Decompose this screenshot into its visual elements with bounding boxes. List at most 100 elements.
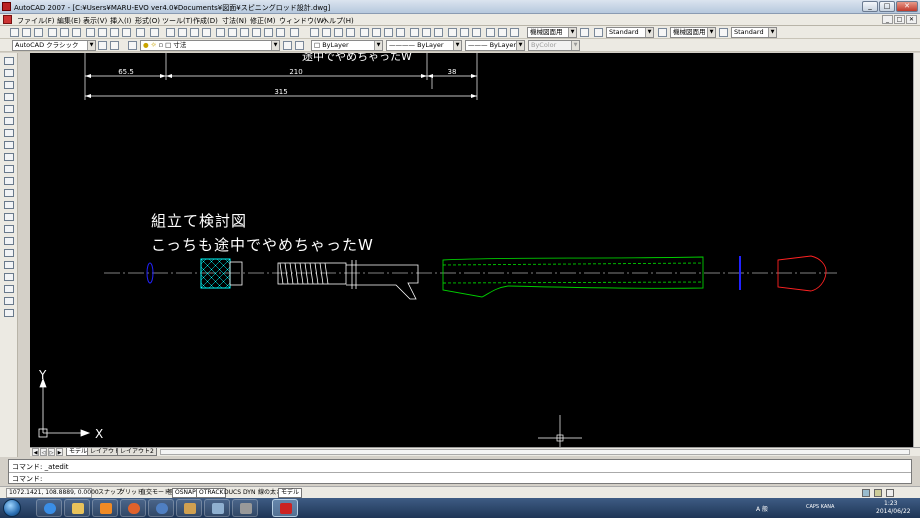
menu-help[interactable]: ヘルプ(H) bbox=[322, 16, 354, 26]
model-space-canvas[interactable]: 65.5 210 38 315 途中でやめちゃったW 組立て検討図 こっちも途中… bbox=[30, 53, 913, 447]
dimension-style-select-2[interactable]: 機械図面用 ▼ bbox=[670, 27, 716, 38]
draw-tool-icon[interactable] bbox=[4, 57, 14, 65]
new-icon[interactable] bbox=[10, 28, 19, 37]
minimize-button[interactable]: _ bbox=[862, 1, 878, 12]
communication-center-icon[interactable] bbox=[862, 489, 870, 497]
next-tab-icon[interactable]: ▷ bbox=[48, 448, 55, 456]
draw-tool-icon[interactable] bbox=[4, 93, 14, 101]
taskbar-app8[interactable] bbox=[232, 499, 258, 517]
draw-tool-icon[interactable] bbox=[4, 297, 14, 305]
linear-dimension-icon[interactable] bbox=[310, 28, 319, 37]
tab-layout2[interactable]: レイアウト2 bbox=[117, 448, 157, 456]
plot-icon[interactable] bbox=[48, 28, 57, 37]
command-prompt[interactable]: コマンド: bbox=[12, 474, 42, 484]
toolbar-lock-icon[interactable] bbox=[874, 489, 882, 497]
clock-time[interactable]: 1:23 bbox=[884, 500, 897, 507]
draw-tool-icon[interactable] bbox=[4, 117, 14, 125]
clean-screen-icon[interactable] bbox=[886, 489, 894, 497]
jogged-icon[interactable] bbox=[372, 28, 381, 37]
taskbar-app6[interactable] bbox=[176, 499, 202, 517]
taskbar-ie[interactable] bbox=[36, 499, 62, 517]
draw-tool-icon[interactable] bbox=[4, 261, 14, 269]
text-style-icon[interactable] bbox=[594, 28, 603, 37]
linetype-select[interactable]: ———— ByLayer ▼ bbox=[386, 40, 462, 51]
text-style-select[interactable]: Standard ▼ bbox=[606, 27, 654, 38]
draw-tool-icon[interactable] bbox=[4, 213, 14, 221]
plot-preview-icon[interactable] bbox=[60, 28, 69, 37]
layer-select[interactable]: ● ☼ ▫ □ 寸法 ▼ bbox=[140, 40, 280, 51]
arc-length-icon[interactable] bbox=[334, 28, 343, 37]
taskbar-firefox[interactable] bbox=[120, 499, 146, 517]
model-toggle[interactable]: モデル bbox=[278, 488, 303, 498]
baseline-icon[interactable] bbox=[422, 28, 431, 37]
layer-previous-icon[interactable] bbox=[295, 41, 304, 50]
copy-icon[interactable] bbox=[98, 28, 107, 37]
maximize-button[interactable]: □ bbox=[879, 1, 895, 12]
menu-window[interactable]: ウィンドウ(W) bbox=[279, 16, 326, 26]
mdi-minimize-button[interactable]: _ bbox=[882, 15, 893, 24]
draw-tool-icon[interactable] bbox=[4, 129, 14, 137]
draw-tool-icon[interactable] bbox=[4, 201, 14, 209]
clock-date[interactable]: 2014/06/22 bbox=[876, 508, 911, 515]
document-icon[interactable] bbox=[3, 15, 12, 24]
draw-tool-icon[interactable] bbox=[4, 237, 14, 245]
menu-edit[interactable]: 編集(E) bbox=[57, 16, 81, 26]
menu-draw[interactable]: 作成(D) bbox=[193, 16, 218, 26]
table-style-select[interactable]: Standard ▼ bbox=[731, 27, 777, 38]
quick-dimension-icon[interactable] bbox=[410, 28, 419, 37]
command-window[interactable]: コマンド: _atedit コマンド: bbox=[8, 459, 912, 484]
start-button[interactable] bbox=[3, 499, 21, 517]
sheet-set-icon[interactable] bbox=[252, 28, 261, 37]
center-mark-icon[interactable] bbox=[472, 28, 481, 37]
diameter-icon[interactable] bbox=[384, 28, 393, 37]
dimension-update-icon[interactable] bbox=[510, 28, 519, 37]
ime-indicator[interactable]: A 般 bbox=[756, 504, 768, 513]
taskbar-autocad[interactable] bbox=[272, 499, 298, 517]
workspace-save-icon[interactable] bbox=[110, 41, 119, 50]
last-tab-icon[interactable]: ▶ bbox=[56, 448, 63, 456]
calculator-icon[interactable] bbox=[276, 28, 285, 37]
layer-manager-icon[interactable] bbox=[128, 41, 137, 50]
undo-icon[interactable] bbox=[136, 28, 145, 37]
mdi-restore-button[interactable]: □ bbox=[894, 15, 905, 24]
open-icon[interactable] bbox=[22, 28, 31, 37]
make-layer-current-icon[interactable] bbox=[283, 41, 292, 50]
horizontal-scrollbar[interactable] bbox=[160, 449, 910, 455]
ordinate-icon[interactable] bbox=[346, 28, 355, 37]
mdi-close-button[interactable]: ✕ bbox=[906, 15, 917, 24]
pan-icon[interactable] bbox=[166, 28, 175, 37]
draw-tool-icon[interactable] bbox=[4, 141, 14, 149]
tool-palettes-icon[interactable] bbox=[240, 28, 249, 37]
dimension-style-icon[interactable] bbox=[580, 28, 589, 37]
draw-tool-icon[interactable] bbox=[4, 69, 14, 77]
menu-file[interactable]: ファイル(F) bbox=[17, 16, 55, 26]
publish-icon[interactable] bbox=[72, 28, 81, 37]
markup-icon[interactable] bbox=[264, 28, 273, 37]
redo-icon[interactable] bbox=[150, 28, 159, 37]
menu-view[interactable]: 表示(V) bbox=[83, 16, 107, 26]
dimension-text-edit-icon[interactable] bbox=[498, 28, 507, 37]
osnap-toggle[interactable]: OSNAP bbox=[172, 488, 199, 498]
lineweight-select[interactable]: ——— ByLayer ▼ bbox=[465, 40, 525, 51]
design-center-icon[interactable] bbox=[228, 28, 237, 37]
workspace-select[interactable]: AutoCAD クラシック ▼ bbox=[12, 40, 96, 51]
continue-icon[interactable] bbox=[434, 28, 443, 37]
workspace-settings-icon[interactable] bbox=[98, 41, 107, 50]
taskbar-media[interactable] bbox=[92, 499, 118, 517]
save-icon[interactable] bbox=[34, 28, 43, 37]
taskbar-app7[interactable] bbox=[204, 499, 230, 517]
close-button[interactable]: ✕ bbox=[896, 1, 918, 12]
zoom-window-icon[interactable] bbox=[190, 28, 199, 37]
table-style-icon[interactable] bbox=[719, 28, 728, 37]
draw-tool-icon[interactable] bbox=[4, 225, 14, 233]
menu-dimension[interactable]: 寸法(N) bbox=[222, 16, 247, 26]
draw-tool-icon[interactable] bbox=[4, 105, 14, 113]
paste-icon[interactable] bbox=[110, 28, 119, 37]
draw-tool-icon[interactable] bbox=[4, 177, 14, 185]
dimension-style-select[interactable]: 機械図面用 ▼ bbox=[527, 27, 577, 38]
autocad-app-icon[interactable] bbox=[2, 2, 11, 11]
draw-tool-icon[interactable] bbox=[4, 309, 14, 317]
draw-tool-icon[interactable] bbox=[4, 81, 14, 89]
help-icon[interactable] bbox=[290, 28, 299, 37]
dim-style-manager-icon[interactable] bbox=[658, 28, 667, 37]
